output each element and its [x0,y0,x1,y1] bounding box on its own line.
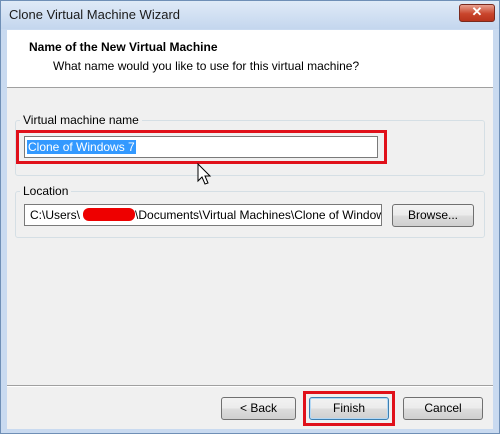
wizard-window: Clone Virtual Machine Wizard ✕ Name of t… [0,0,500,434]
finish-highlight [303,391,395,426]
cancel-button[interactable]: Cancel [403,397,483,420]
page-subtitle: What name would you like to use for this… [53,59,360,73]
location-label: Location [20,184,72,198]
browse-button[interactable]: Browse... [392,204,474,227]
close-button[interactable]: ✕ [459,4,495,22]
page-title: Name of the New Virtual Machine [29,40,218,54]
redaction-mark [83,208,135,221]
wizard-header: Name of the New Virtual Machine What nam… [7,30,493,88]
wizard-body: Name of the New Virtual Machine What nam… [7,30,493,429]
mouse-cursor-icon [197,163,212,185]
location-prefix: C:\Users\ [30,208,81,222]
window-title: Clone Virtual Machine Wizard [9,7,180,22]
back-button[interactable]: < Back [221,397,296,420]
footer-separator [7,385,493,387]
vm-name-label: Virtual machine name [20,113,142,127]
location-input[interactable]: C:\Users\ \Documents\Virtual Machines\Clo… [24,204,382,226]
location-suffix: \Documents\Virtual Machines\Clone of Win… [135,208,382,222]
vm-name-highlight [16,130,387,164]
close-icon[interactable]: ✕ [460,4,494,20]
title-bar[interactable]: Clone Virtual Machine Wizard ✕ [1,1,499,29]
